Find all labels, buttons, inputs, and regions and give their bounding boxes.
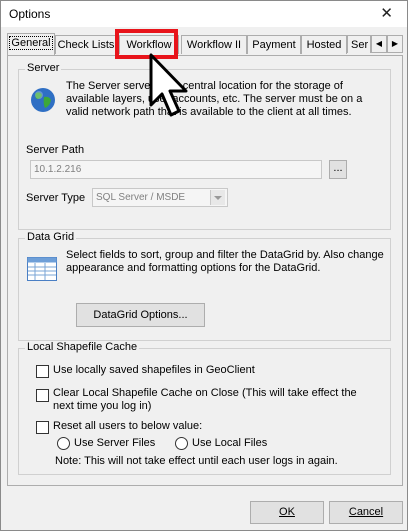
use-server-files-label: Use Server Files — [74, 437, 156, 449]
browse-button[interactable]: ... — [329, 160, 347, 179]
server-group: Server The Server serves as a central lo… — [18, 62, 391, 230]
general-tab-panel: Server The Server serves as a central lo… — [7, 55, 403, 486]
server-type-value: SQL Server / MSDE — [96, 192, 186, 203]
server-path-label: Server Path — [26, 144, 85, 156]
use-local-files-label: Use Local Files — [192, 437, 268, 449]
clear-cache-checkbox[interactable] — [36, 389, 49, 402]
server-type-label: Server Type — [26, 192, 86, 204]
server-type-select[interactable]: SQL Server / MSDE — [92, 188, 228, 207]
datagrid-group: Data Grid Select fields to sort, group a… — [18, 231, 391, 341]
tab-scroll-right-icon[interactable]: ▶ — [387, 35, 403, 53]
window-title: Options — [9, 7, 51, 21]
globe-icon — [31, 88, 55, 112]
tab-hosted[interactable]: Hosted — [301, 35, 347, 54]
server-description: The Server serves as a central location … — [66, 80, 363, 118]
close-icon[interactable]: ✕ — [380, 4, 393, 22]
shapefile-group-label: Local Shapefile Cache — [25, 341, 140, 353]
tab-strip: General Check Lists Workflow Workflow II… — [7, 33, 403, 55]
use-local-shapefiles-checkbox[interactable] — [36, 365, 49, 378]
title-bar: Options ✕ — [1, 1, 407, 27]
options-dialog: Options ✕ General Check Lists Workflow W… — [0, 0, 408, 531]
tab-general[interactable]: General — [7, 33, 55, 55]
use-server-files-radio[interactable] — [57, 437, 70, 450]
server-group-label: Server — [25, 62, 62, 74]
datagrid-options-button[interactable]: DataGrid Options... — [76, 303, 205, 327]
dropdown-arrow-icon[interactable] — [210, 190, 225, 205]
reset-users-label: Reset all users to below value: — [53, 420, 203, 432]
cancel-button[interactable]: Cancel — [329, 501, 403, 524]
shapefile-note: Note: This will not take effect until ea… — [55, 455, 338, 467]
shapefile-cache-group: Local Shapefile Cache Use locally saved … — [18, 341, 391, 475]
clear-cache-label: Clear Local Shapefile Cache on Close (Th… — [53, 387, 357, 412]
use-local-shapefiles-label: Use locally saved shapefiles in GeoClien… — [53, 364, 255, 376]
datagrid-description: Select fields to sort, group and filter … — [66, 249, 384, 274]
tab-workflow-ii[interactable]: Workflow II — [181, 35, 247, 54]
datagrid-group-label: Data Grid — [25, 231, 77, 243]
grid-icon — [27, 257, 57, 281]
tab-scroll-left-icon[interactable]: ◀ — [371, 35, 387, 53]
server-path-input[interactable]: 10.1.2.216 — [30, 160, 322, 179]
pointer-cursor-icon — [149, 53, 188, 117]
use-local-files-radio[interactable] — [175, 437, 188, 450]
tab-check-lists[interactable]: Check Lists — [55, 35, 117, 54]
ok-button[interactable]: OK — [250, 501, 324, 524]
tab-payment[interactable]: Payment — [247, 35, 301, 54]
tab-ser[interactable]: Ser — [347, 35, 371, 53]
reset-users-checkbox[interactable] — [36, 421, 49, 434]
